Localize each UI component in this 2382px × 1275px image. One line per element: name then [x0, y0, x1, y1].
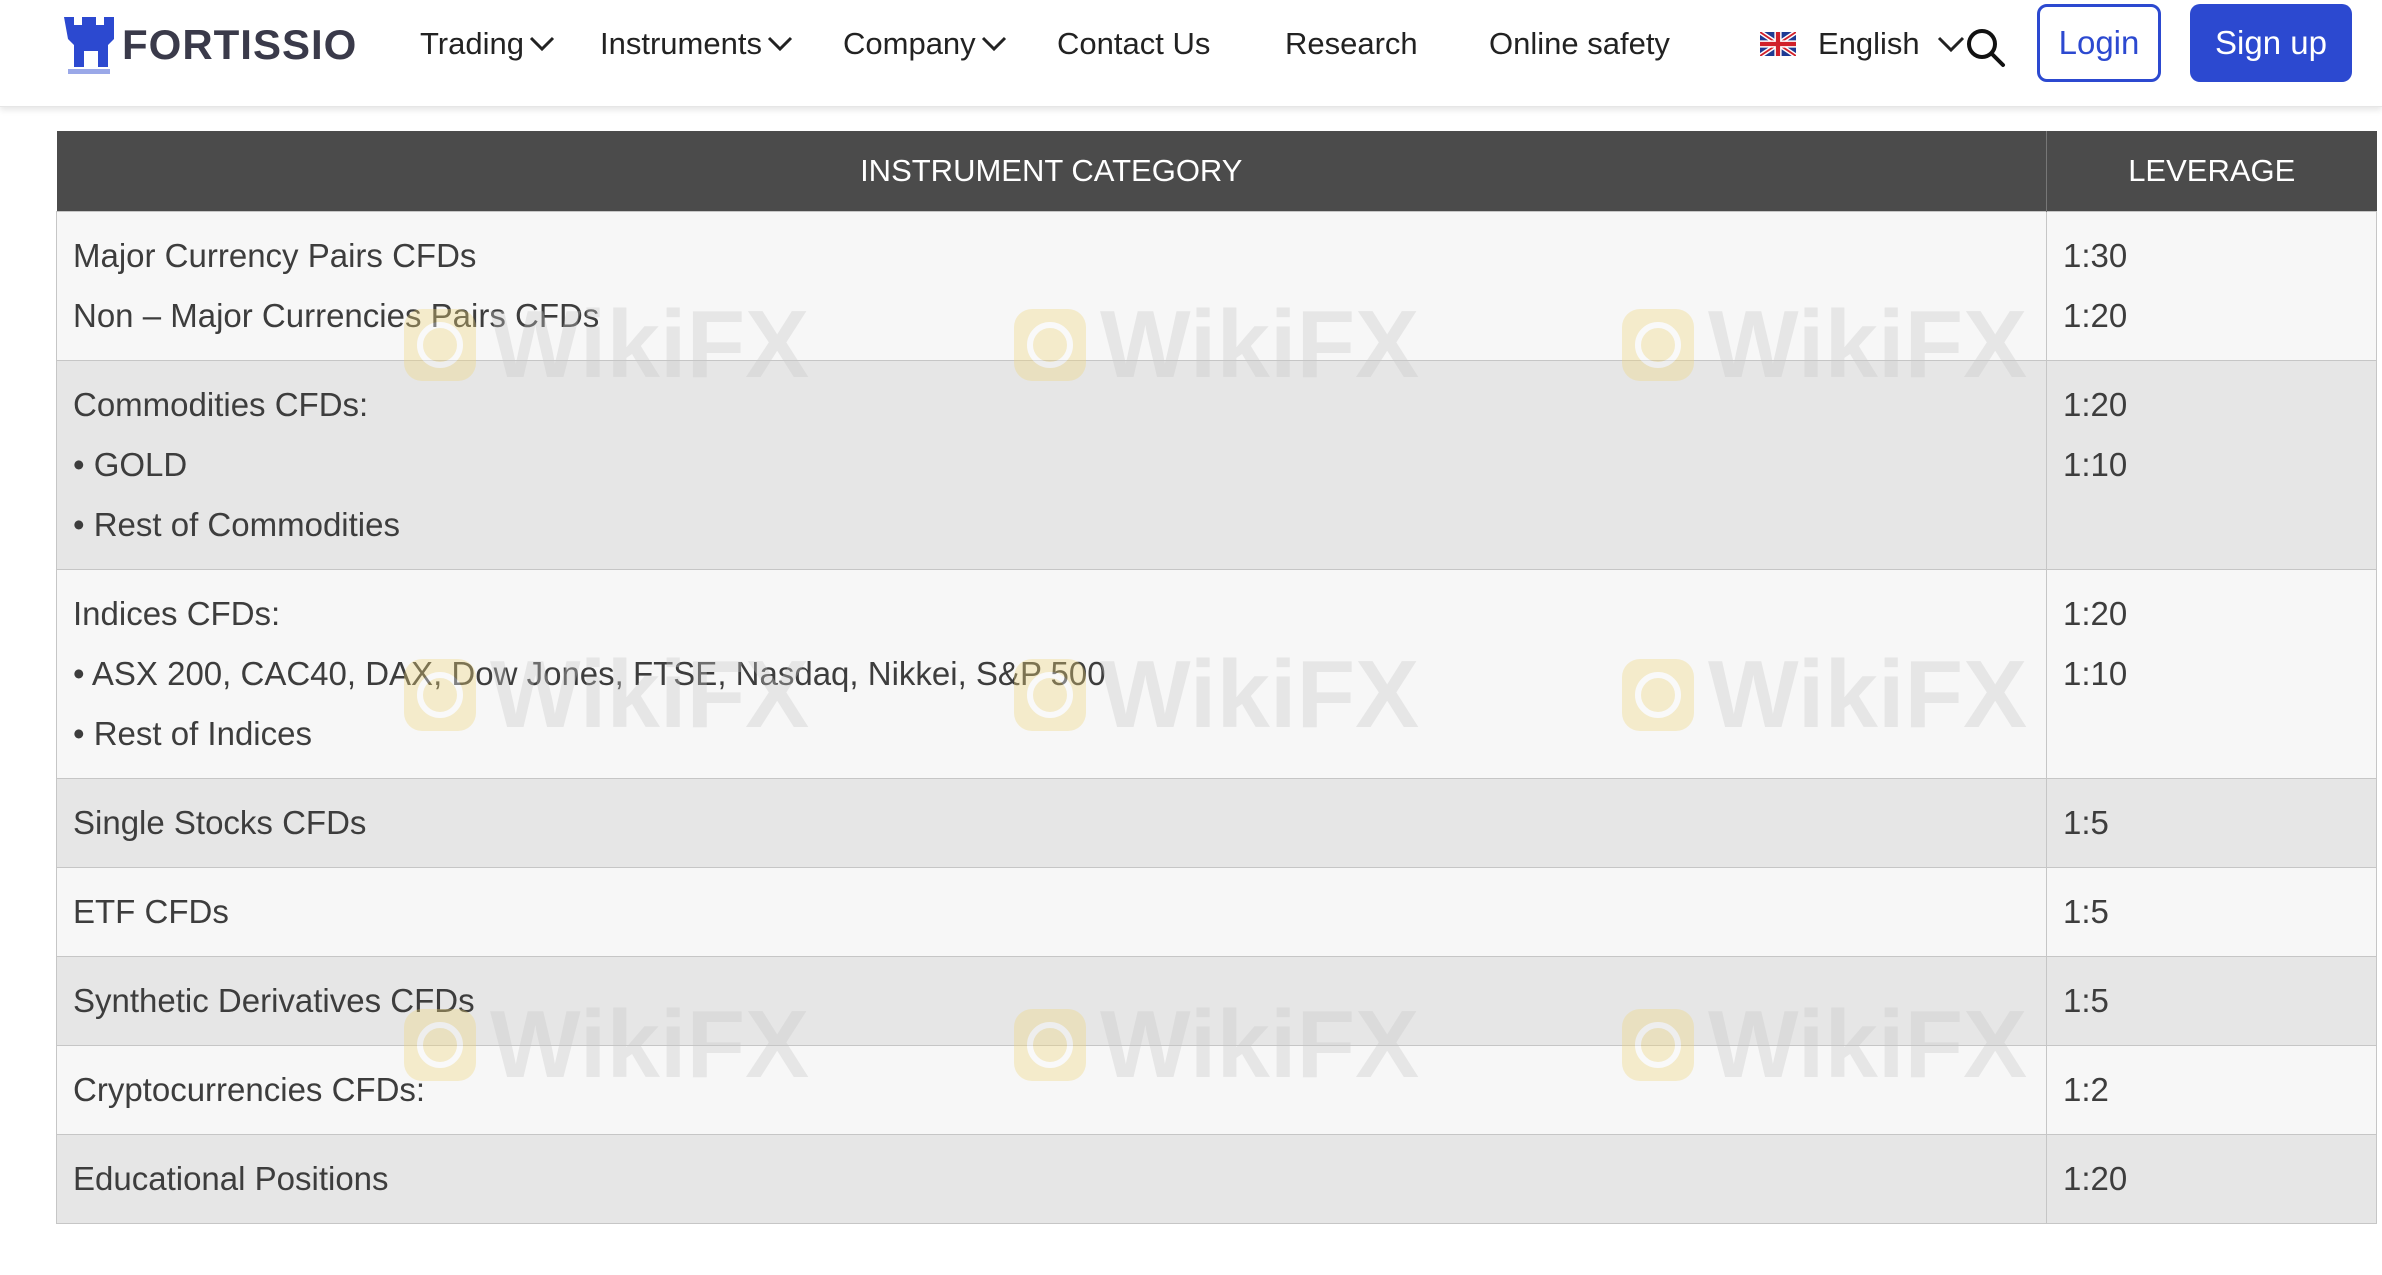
signup-button[interactable]: Sign up [2190, 4, 2352, 82]
leverage-cell: 1:20 1:10 [2046, 360, 2377, 570]
leverage-value: 1:20 [2063, 595, 2128, 632]
leverage-cell: 1:5 [2046, 956, 2377, 1046]
table-row: Cryptocurrencies CFDs: 1:2 [56, 1045, 2377, 1135]
column-header-leverage: LEVERAGE [2046, 131, 2377, 212]
chevron-down-icon [529, 36, 555, 52]
table-row: Synthetic Derivatives CFDs 1:5 [56, 956, 2377, 1046]
leverage-value: 1:5 [2063, 804, 2109, 841]
chevron-down-icon [1937, 36, 1964, 53]
category-line: ETF CFDs [73, 893, 229, 930]
nav-contact-us[interactable]: Contact Us [1057, 22, 1210, 66]
nav-company-label: Company [843, 26, 976, 61]
leverage-value: 1:20 [2063, 386, 2128, 423]
category-line: Educational Positions [73, 1160, 389, 1197]
category-cell: Commodities CFDs: • GOLD • Rest of Commo… [56, 360, 2047, 570]
leverage-cell: 1:20 1:10 [2046, 569, 2377, 779]
leverage-value: 1:20 [2063, 1160, 2128, 1197]
table-row: Single Stocks CFDs 1:5 [56, 778, 2377, 868]
category-line: Single Stocks CFDs [73, 804, 367, 841]
leverage-value: 1:20 [2063, 297, 2128, 334]
category-line: • Rest of Indices [73, 715, 312, 752]
leverage-cell: 1:2 [2046, 1045, 2377, 1135]
chevron-down-icon [981, 36, 1006, 52]
login-button[interactable]: Login [2037, 4, 2161, 82]
category-line: • ASX 200, CAC40, DAX, Dow Jones, FTSE, … [73, 655, 1106, 692]
leverage-table-container: INSTRUMENT CATEGORY LEVERAGE Major Curre… [56, 131, 2377, 1224]
nav-company[interactable]: Company [843, 22, 1008, 66]
nav-instruments[interactable]: Instruments [600, 22, 794, 66]
brand-logo[interactable]: FORTISSIO [62, 14, 357, 76]
nav-online-safety-label: Online safety [1489, 26, 1670, 61]
table-row: Educational Positions 1:20 [56, 1134, 2377, 1224]
category-line: Indices CFDs: [73, 595, 281, 632]
nav-research[interactable]: Research [1285, 22, 1418, 66]
site-header: FORTISSIO Trading Instruments Company Co… [0, 0, 2382, 107]
category-cell: Single Stocks CFDs [56, 778, 2047, 868]
leverage-value: 1:10 [2063, 446, 2128, 483]
leverage-cell: 1:30 1:20 [2046, 211, 2377, 361]
category-line: Major Currency Pairs CFDs [73, 237, 477, 274]
leverage-value: 1:5 [2063, 982, 2109, 1019]
table-header-row: INSTRUMENT CATEGORY LEVERAGE [56, 131, 2377, 212]
category-line: Synthetic Derivatives CFDs [73, 982, 475, 1019]
table-row: ETF CFDs 1:5 [56, 867, 2377, 957]
leverage-cell: 1:20 [2046, 1134, 2377, 1224]
leverage-value: 1:10 [2063, 655, 2128, 692]
category-line: • Rest of Commodities [73, 506, 400, 543]
castle-logo-icon [64, 17, 114, 74]
category-line: Non – Major Currencies Pairs CFDs [73, 297, 600, 334]
language-label: English [1818, 26, 1920, 61]
uk-flag-icon [1760, 32, 1796, 56]
category-cell: Major Currency Pairs CFDs Non – Major Cu… [56, 211, 2047, 361]
leverage-cell: 1:5 [2046, 867, 2377, 957]
category-cell: Educational Positions [56, 1134, 2047, 1224]
search-icon[interactable] [1964, 26, 2006, 68]
leverage-value: 1:2 [2063, 1071, 2109, 1108]
leverage-value: 1:5 [2063, 893, 2109, 930]
nav-research-label: Research [1285, 26, 1418, 61]
category-line: Cryptocurrencies CFDs: [73, 1071, 426, 1108]
nav-trading-label: Trading [420, 26, 524, 61]
nav-online-safety[interactable]: Online safety [1489, 22, 1670, 66]
category-cell: Cryptocurrencies CFDs: [56, 1045, 2047, 1135]
nav-instruments-label: Instruments [600, 26, 762, 61]
leverage-cell: 1:5 [2046, 778, 2377, 868]
table-row: Major Currency Pairs CFDs Non – Major Cu… [56, 211, 2377, 361]
nav-contact-us-label: Contact Us [1057, 26, 1211, 61]
leverage-table: INSTRUMENT CATEGORY LEVERAGE Major Curre… [56, 131, 2377, 1224]
category-line: • GOLD [73, 446, 188, 483]
leverage-value: 1:30 [2063, 237, 2128, 274]
nav-trading[interactable]: Trading [420, 22, 556, 66]
chevron-down-icon [767, 36, 793, 52]
column-header-instrument-category: INSTRUMENT CATEGORY [56, 131, 2047, 212]
category-cell: ETF CFDs [56, 867, 2047, 957]
table-row: Indices CFDs: • ASX 200, CAC40, DAX, Dow… [56, 569, 2377, 779]
category-cell: Synthetic Derivatives CFDs [56, 956, 2047, 1046]
brand-name: FORTISSIO [122, 21, 358, 68]
language-selector[interactable]: English [1760, 22, 1966, 66]
table-row: Commodities CFDs: • GOLD • Rest of Commo… [56, 360, 2377, 570]
category-cell: Indices CFDs: • ASX 200, CAC40, DAX, Dow… [56, 569, 2047, 779]
category-line: Commodities CFDs: [73, 386, 369, 423]
